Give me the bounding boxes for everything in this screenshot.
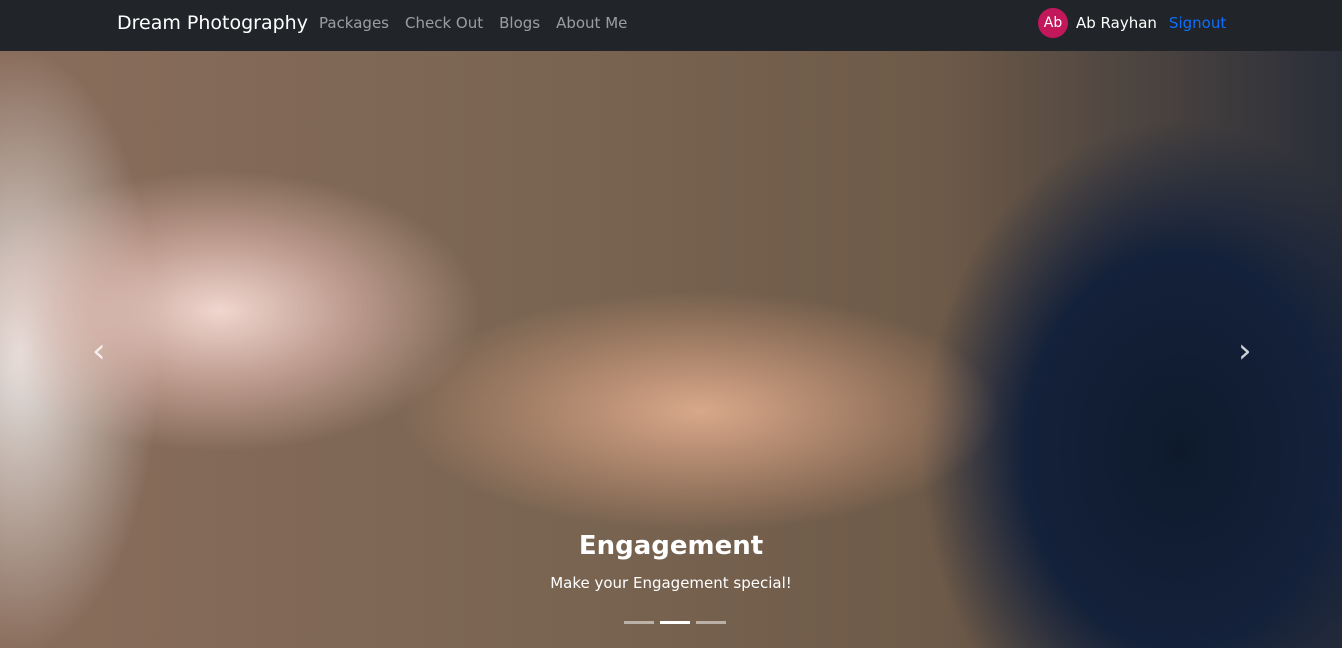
indicator-2[interactable]: [660, 621, 690, 624]
nav-link-about[interactable]: About Me: [556, 14, 627, 32]
nav-link-checkout[interactable]: Check Out: [405, 14, 483, 32]
carousel: ‹ › Engagement Make your Engagement spec…: [0, 51, 1342, 648]
user-menu: Ab Ab Rayhan Signout: [1038, 8, 1226, 38]
user-name: Ab Rayhan: [1076, 14, 1157, 32]
navbar: Dream Photography Packages Check Out Blo…: [0, 0, 1342, 51]
indicator-1[interactable]: [624, 621, 654, 624]
chevron-left-icon[interactable]: ‹: [92, 331, 106, 371]
nav-link-blogs[interactable]: Blogs: [499, 14, 540, 32]
indicator-3[interactable]: [696, 621, 726, 624]
signout-link[interactable]: Signout: [1169, 14, 1226, 32]
nav-link-packages[interactable]: Packages: [319, 14, 389, 32]
brand-link[interactable]: Dream Photography: [117, 12, 308, 34]
caption-title: Engagement: [578, 531, 764, 561]
nav-links: Packages Check Out Blogs About Me: [319, 14, 627, 32]
chevron-right-icon[interactable]: ›: [1238, 331, 1252, 371]
caption-text: Make your Engagement special!: [550, 574, 792, 592]
carousel-indicators: [624, 621, 726, 624]
avatar: Ab: [1038, 8, 1068, 38]
